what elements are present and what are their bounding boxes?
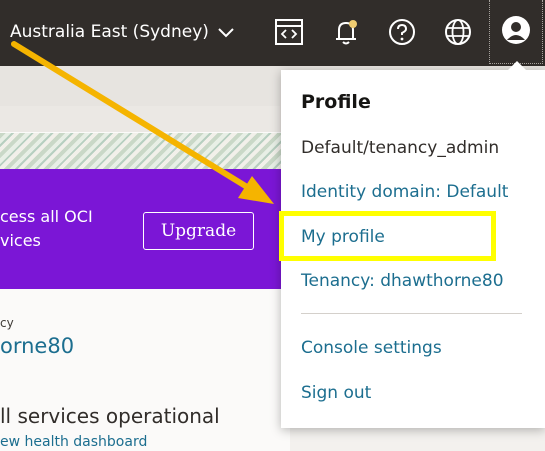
profile-menu-tenancy[interactable]: Tenancy: dhawthorne80 bbox=[301, 271, 504, 291]
profile-menu-divider bbox=[301, 313, 522, 314]
profile-menu-user: Default/tenancy_admin bbox=[301, 138, 500, 158]
globe-icon bbox=[443, 17, 473, 47]
tenancy-label: cy bbox=[0, 316, 14, 330]
page-subheader bbox=[0, 106, 280, 133]
health-dashboard-link[interactable]: ew health dashboard bbox=[0, 434, 147, 450]
code-editor-button[interactable] bbox=[272, 15, 306, 49]
language-button[interactable] bbox=[441, 15, 475, 49]
code-editor-icon bbox=[274, 17, 304, 47]
chevron-down-icon bbox=[217, 23, 235, 41]
upgrade-banner-text: cess all OCI vices bbox=[0, 205, 120, 253]
user-avatar-icon bbox=[501, 15, 531, 49]
services-status: ll services operational bbox=[0, 404, 220, 428]
top-bar: Australia East (Sydney) bbox=[0, 0, 545, 66]
profile-menu-console-settings[interactable]: Console settings bbox=[301, 338, 442, 358]
notifications-button[interactable] bbox=[329, 15, 363, 49]
profile-menu bbox=[281, 70, 545, 428]
profile-menu-caret bbox=[507, 61, 527, 71]
upgrade-button[interactable]: Upgrade bbox=[143, 212, 254, 250]
profile-menu-sign-out[interactable]: Sign out bbox=[301, 383, 371, 403]
profile-menu-title: Profile bbox=[301, 91, 371, 113]
upgrade-banner-line2: vices bbox=[0, 231, 41, 250]
profile-button[interactable] bbox=[489, 0, 543, 64]
help-button[interactable] bbox=[385, 15, 419, 49]
region-selector[interactable]: Australia East (Sydney) bbox=[10, 19, 235, 45]
profile-menu-my-profile[interactable]: My profile bbox=[301, 227, 385, 247]
decorative-pattern bbox=[0, 133, 285, 169]
bell-icon bbox=[331, 17, 361, 47]
help-icon bbox=[387, 17, 417, 47]
upgrade-banner-line1: cess all OCI bbox=[0, 207, 93, 226]
region-label: Australia East (Sydney) bbox=[10, 22, 209, 42]
profile-menu-identity-domain[interactable]: Identity domain: Default bbox=[301, 182, 508, 202]
tenancy-name-link[interactable]: orne80 bbox=[0, 334, 74, 358]
